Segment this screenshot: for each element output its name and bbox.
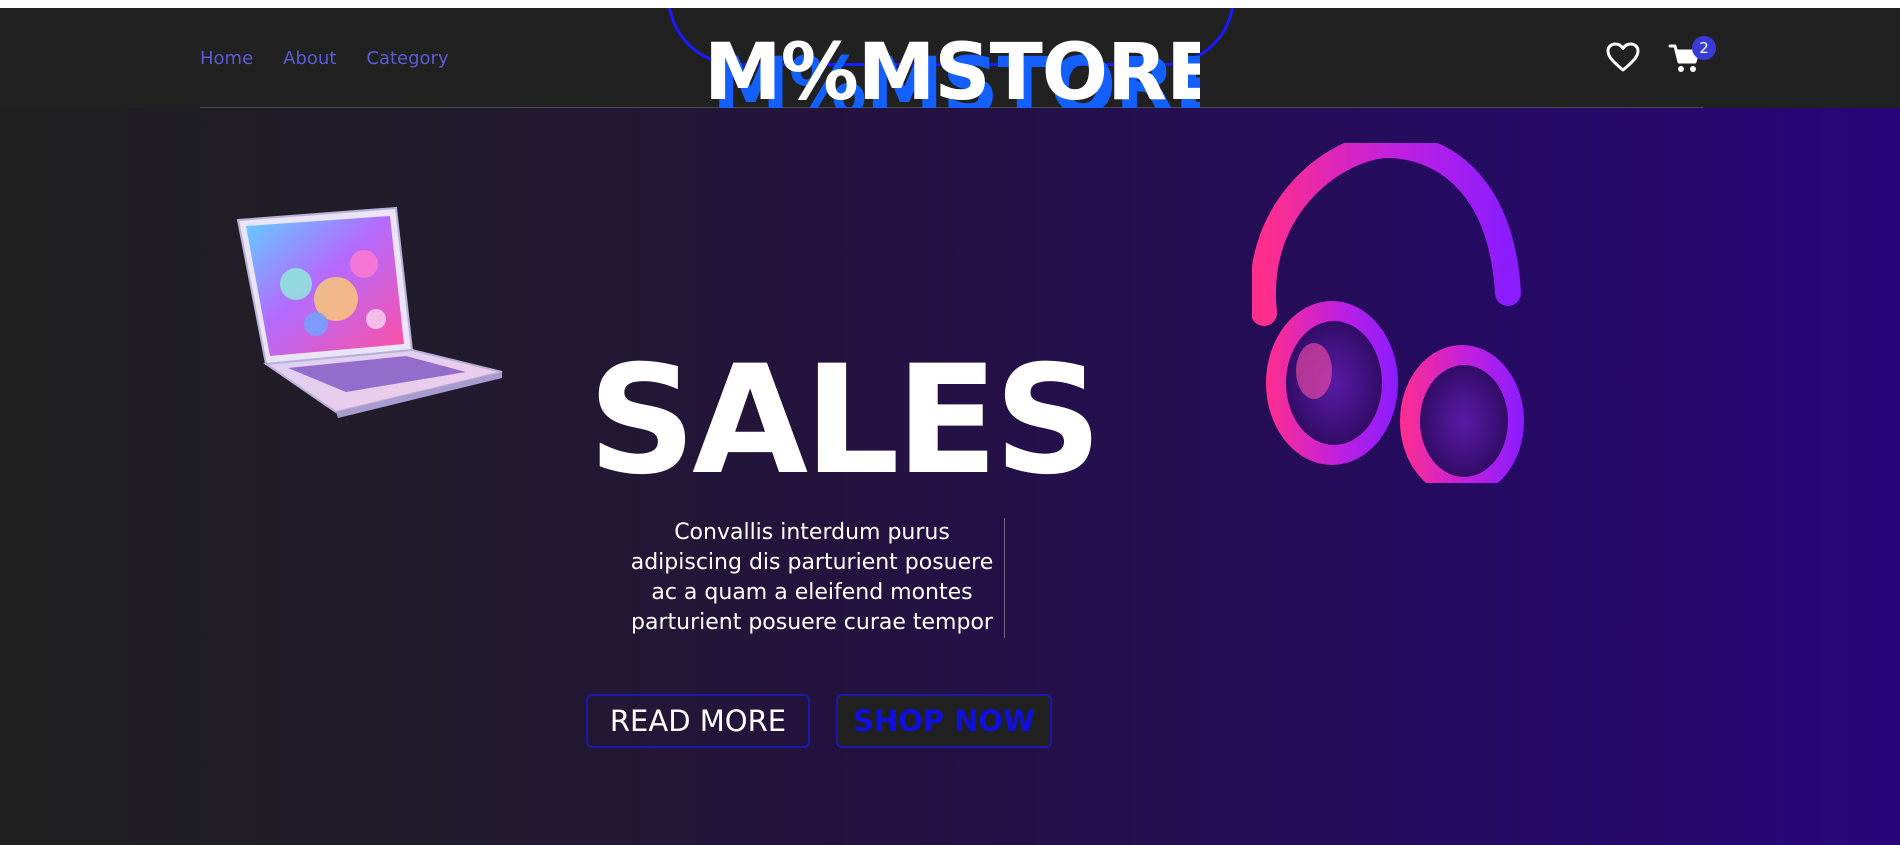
logo-text: M%MSTORE xyxy=(704,28,1200,108)
laptop-image xyxy=(236,204,504,424)
nav-home-link[interactable]: Home xyxy=(200,48,253,69)
hero-title: SALES xyxy=(588,334,1102,508)
nav-about-link[interactable]: About xyxy=(283,48,336,69)
hero-description: Convallis interdum purus adipiscing dis … xyxy=(622,518,1005,638)
shop-now-button[interactable]: SHOP NOW xyxy=(836,694,1052,748)
store-logo[interactable]: M%MSTORE M%MSTORE xyxy=(700,28,1200,108)
nav-category-link[interactable]: Category xyxy=(366,48,448,69)
heart-icon[interactable] xyxy=(1606,42,1640,72)
main-nav: Home About Category xyxy=(200,48,449,69)
cart-count-badge: 2 xyxy=(1692,36,1716,60)
headphones-image xyxy=(1249,132,1542,497)
read-more-button[interactable]: READ MORE xyxy=(586,694,810,748)
top-strip xyxy=(0,0,1900,8)
page: Home About Category M%MSTORE M%MSTORE 2 xyxy=(0,8,1900,845)
